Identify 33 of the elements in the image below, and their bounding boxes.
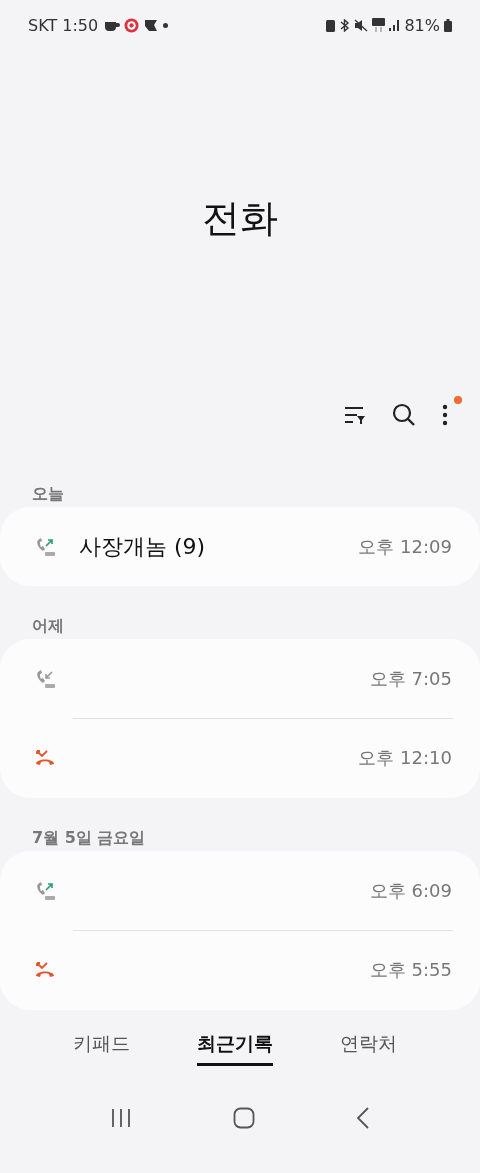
page-title: 전화 — [202, 195, 278, 242]
bluetooth-icon — [339, 18, 351, 32]
call-time: 오후 7:05 — [369, 666, 452, 691]
home-icon[interactable] — [233, 1107, 255, 1129]
more-icon — [442, 404, 448, 426]
call-log-item[interactable]: 오후 6:09 — [0, 851, 480, 930]
recent-apps-icon[interactable] — [110, 1108, 133, 1128]
search-icon — [392, 403, 416, 427]
battery-percentage: 81% — [404, 15, 440, 35]
battery-icon — [444, 18, 452, 32]
filter-icon — [344, 405, 366, 425]
bottom-tab[interactable]: 최근기록 — [197, 1021, 273, 1066]
call-log-item[interactable]: 사장개놈 (9) 오후 12:09 — [0, 507, 480, 586]
call-time: 오후 5:55 — [369, 958, 452, 982]
signal-icon — [389, 19, 401, 31]
section-header: 오늘 — [31, 483, 65, 505]
call-log-item[interactable]: 오후 5:55 — [0, 930, 480, 1010]
call-time: 오후 12:10 — [358, 746, 452, 770]
dot-icon — [163, 22, 169, 28]
call-time: 오후 6:09 — [369, 878, 452, 903]
target-icon — [124, 17, 140, 33]
section-header: 어제 — [31, 615, 65, 637]
call-log-item[interactable]: 오후 7:05 — [0, 639, 480, 718]
section-header: 7월 5일 금요일 — [31, 827, 147, 849]
back-icon[interactable] — [355, 1107, 370, 1129]
call-log-item[interactable]: 오후 12:10 — [0, 718, 480, 798]
call-time: 오후 12:09 — [358, 534, 452, 559]
bottom-tab[interactable]: 연락처 — [339, 1021, 397, 1066]
contact-name: 사장개놈 (9) — [79, 532, 206, 561]
bottom-tab[interactable]: 키패드 — [73, 1021, 131, 1066]
status-time: SKT 1:50 — [28, 15, 99, 35]
battery-saver-icon — [326, 18, 336, 32]
mute-icon — [354, 18, 369, 32]
